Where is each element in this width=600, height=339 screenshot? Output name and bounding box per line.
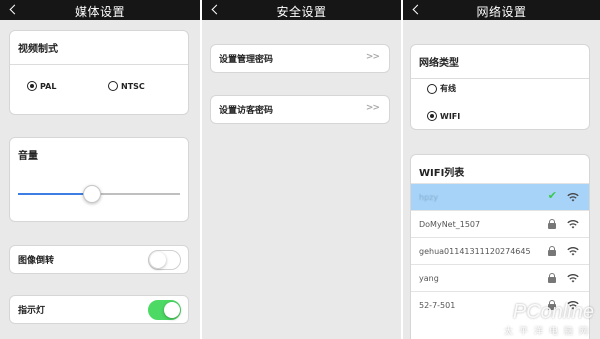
- volume-slider[interactable]: [18, 185, 180, 203]
- wifi-network-row[interactable]: hpzy ✔: [411, 183, 589, 210]
- radio-wifi-label: WIFI: [440, 111, 461, 121]
- admin-password-row[interactable]: 设置管理密码 >>: [210, 44, 390, 73]
- divider: [10, 64, 188, 65]
- radio-selected-icon: [427, 111, 437, 121]
- guest-password-row[interactable]: 设置访客密码 >>: [210, 95, 390, 124]
- lock-icon: [548, 219, 556, 229]
- radio-selected-icon: [27, 81, 37, 91]
- lock-icon: [548, 246, 556, 256]
- wifi-network-row[interactable]: yang: [411, 264, 589, 291]
- wifi-signal-icon: [567, 273, 579, 283]
- radio-wifi[interactable]: WIFI: [427, 111, 460, 121]
- indicator-toggle[interactable]: [148, 300, 181, 320]
- image-flip-toggle[interactable]: [148, 250, 181, 270]
- watermark-brand: PConline: [512, 301, 594, 323]
- radio-ntsc[interactable]: NTSC: [108, 81, 145, 91]
- radio-pal-label: PAL: [40, 81, 57, 91]
- volume-slider-thumb[interactable]: [82, 185, 101, 203]
- indicator-row: 指示灯: [9, 295, 189, 324]
- radio-ntsc-label: NTSC: [121, 81, 145, 91]
- volume-slider-fill: [18, 193, 92, 195]
- checkmark-icon: ✔: [547, 189, 557, 202]
- video-format-label: 视频制式: [18, 44, 58, 55]
- wifi-signal-icon: [567, 246, 579, 256]
- volume-label: 音量: [18, 151, 38, 162]
- navbar: 安全设置: [202, 0, 401, 20]
- chevron-right-icon: >>: [365, 52, 380, 62]
- page-title: 网络设置: [476, 5, 527, 19]
- network-settings-panel: 网络设置 网络类型 有线 WIFI WIFI列表 hpzy ✔ DoMyNet_15…: [403, 0, 600, 339]
- radio-unselected-icon: [108, 81, 118, 91]
- lock-icon: [548, 273, 556, 283]
- volume-card: 音量: [9, 137, 189, 222]
- wifi-signal-icon: [567, 219, 579, 229]
- page-title: 安全设置: [276, 5, 327, 19]
- network-type-card: 网络类型 有线 WIFI: [410, 44, 590, 130]
- wifi-network-row[interactable]: gehua01141311120274645: [411, 237, 589, 264]
- wifi-signal-icon: [567, 192, 579, 202]
- security-settings-panel: 安全设置 设置管理密码 >> 设置访客密码 >>: [202, 0, 401, 339]
- radio-pal[interactable]: PAL: [27, 81, 56, 91]
- wifi-network-name: yang: [419, 274, 439, 283]
- watermark-sub: 太平洋电脑网: [503, 327, 594, 337]
- radio-wired-label: 有线: [440, 84, 456, 93]
- navbar: 网络设置: [403, 0, 600, 20]
- media-settings-panel: 媒体设置 视频制式 PAL NTSC 音量 图像倒转 指示灯: [0, 0, 200, 339]
- navbar: 媒体设置: [0, 0, 200, 20]
- indicator-label: 指示灯: [18, 306, 46, 316]
- chevron-right-icon: >>: [365, 103, 380, 113]
- admin-password-label: 设置管理密码: [219, 55, 274, 65]
- radio-wired[interactable]: 有线: [427, 83, 456, 94]
- guest-password-label: 设置访客密码: [219, 106, 274, 116]
- wifi-network-name: hpzy: [419, 193, 439, 202]
- wifi-network-name: 52-7-501: [419, 301, 456, 310]
- divider: [411, 78, 589, 79]
- wifi-network-name: gehua01141311120274645: [419, 247, 531, 256]
- image-flip-row: 图像倒转: [9, 245, 189, 274]
- video-format-card: 视频制式 PAL NTSC: [9, 30, 189, 115]
- wifi-network-name: DoMyNet_1507: [419, 220, 481, 229]
- image-flip-label: 图像倒转: [18, 256, 55, 266]
- wifi-network-row[interactable]: DoMyNet_1507: [411, 210, 589, 237]
- watermark: PConline 太平洋电脑网: [504, 301, 594, 337]
- network-type-label: 网络类型: [419, 58, 459, 69]
- radio-unselected-icon: [427, 83, 437, 94]
- page-title: 媒体设置: [74, 5, 125, 19]
- toggle-knob: [150, 252, 166, 268]
- toggle-knob: [164, 302, 180, 318]
